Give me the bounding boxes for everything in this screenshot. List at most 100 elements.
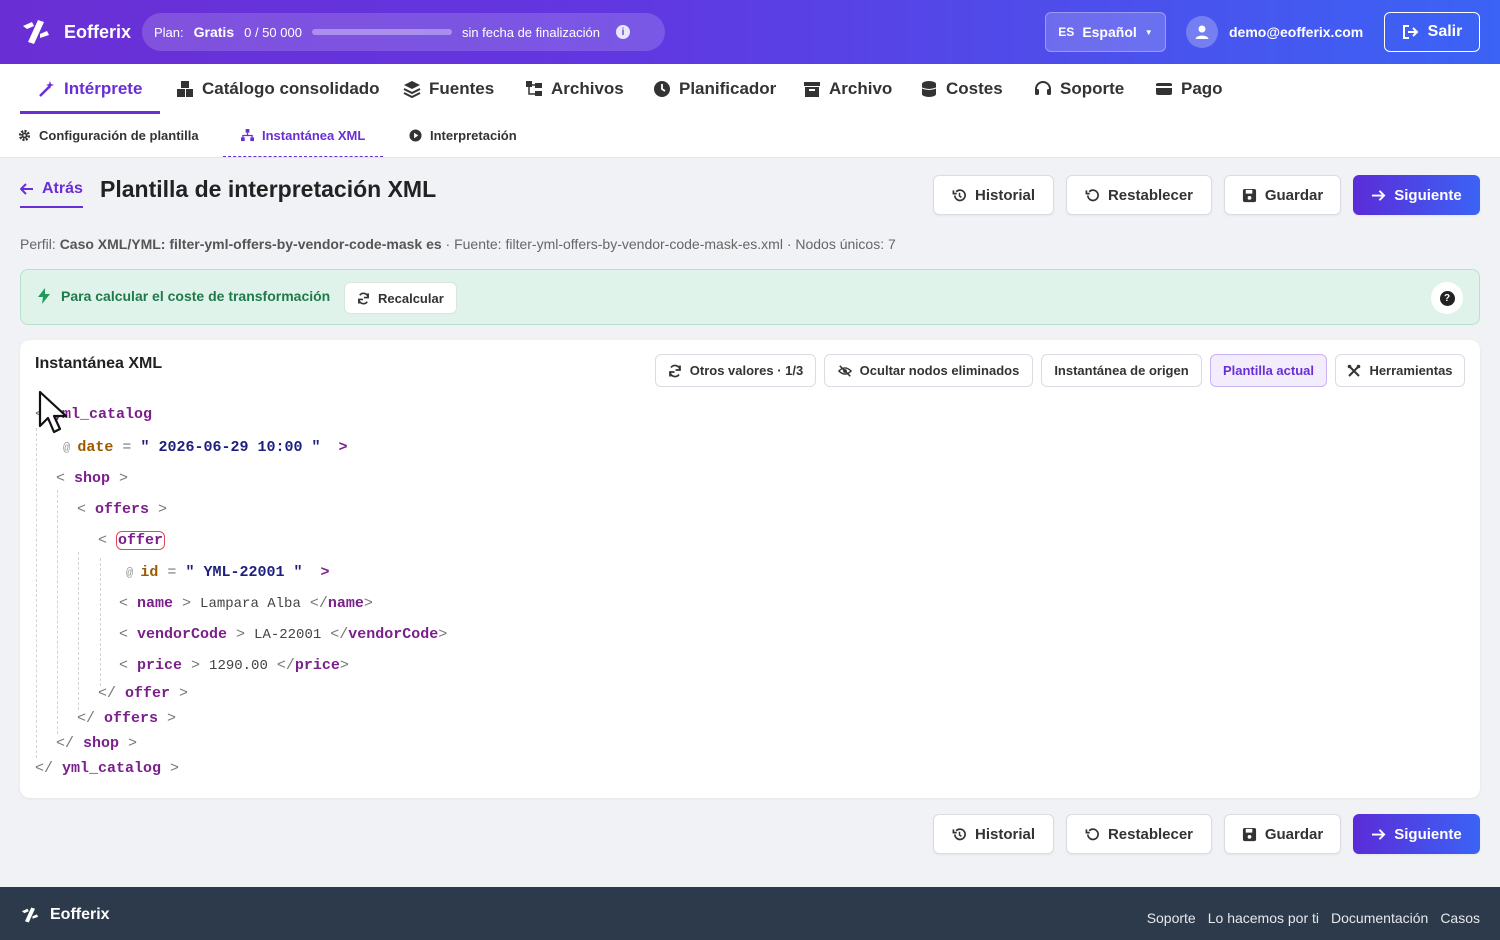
- tab-configuracion[interactable]: Configuración de plantilla: [18, 114, 199, 157]
- footer-link-casos[interactable]: Casos: [1440, 910, 1480, 926]
- history-label: Historial: [974, 825, 1035, 843]
- headset-icon: [1035, 81, 1051, 95]
- reset-button-bottom[interactable]: Restablecer: [1066, 814, 1212, 854]
- question-circle-icon: ?: [1439, 290, 1455, 306]
- back-label: Atrás: [42, 180, 83, 197]
- xml-node-vendorcode[interactable]: < vendorCode > LA-22001 </vendorCode>: [119, 626, 447, 643]
- xml-node-offer-close[interactable]: </ offer >: [98, 685, 188, 702]
- logout-button[interactable]: Salir: [1384, 12, 1480, 52]
- nav-archivos[interactable]: Archivos: [525, 64, 624, 114]
- tab-interpretacion[interactable]: Interpretación: [409, 114, 517, 157]
- plan-usage-pill[interactable]: Plan: Gratis 0 / 50 000 sin fecha de fin…: [142, 13, 665, 51]
- recalculate-button[interactable]: Recalcular: [344, 282, 457, 314]
- chevron-down-icon: ▼: [1144, 27, 1153, 37]
- xml-node-shop-close[interactable]: </ shop >: [56, 735, 137, 752]
- xml-node-name[interactable]: < name > Lampara Alba </name>: [119, 595, 373, 612]
- xml-tag: vendorCode: [137, 626, 228, 643]
- tab-instantanea-xml[interactable]: Instantánea XML: [222, 114, 384, 157]
- xml-attr-id[interactable]: @ id = " YML-22001 " >: [126, 564, 330, 581]
- xml-node-offer-open[interactable]: < offer: [98, 531, 166, 550]
- tools-button[interactable]: Herramientas: [1335, 354, 1465, 387]
- save-button-bottom[interactable]: Guardar: [1224, 814, 1341, 854]
- xml-node-shop-open[interactable]: < shop >: [56, 470, 128, 487]
- plan-label: Plan:: [154, 24, 184, 40]
- nav-label: Catálogo consolidado: [202, 79, 380, 98]
- language-selector[interactable]: ES Español ▼: [1045, 12, 1166, 52]
- hide-removed-label: Ocultar nodos eliminados: [859, 363, 1020, 378]
- language-code: ES: [1058, 25, 1075, 39]
- xml-attr-value: 2026-06-29 10:00: [158, 439, 303, 456]
- gear-icon: [18, 129, 31, 142]
- footer-link-lo-hacemos[interactable]: Lo hacemos por ti: [1208, 910, 1319, 926]
- info-icon[interactable]: i: [615, 25, 630, 39]
- footer-link-documentacion[interactable]: Documentación: [1331, 910, 1428, 926]
- back-link[interactable]: Atrás: [20, 180, 83, 208]
- history-label: Historial: [974, 186, 1035, 204]
- source-snapshot-label: Instantánea de origen: [1054, 363, 1189, 378]
- xml-tag-highlighted: offer: [116, 531, 166, 550]
- save-button[interactable]: Guardar: [1224, 175, 1341, 215]
- xml-node-root-close[interactable]: </ yml_catalog >: [35, 760, 179, 777]
- nav-costes[interactable]: Costes: [920, 64, 1003, 114]
- next-button[interactable]: Siguiente: [1353, 175, 1480, 215]
- help-button[interactable]: ?: [1431, 282, 1463, 314]
- xml-node-offers-open[interactable]: < offers >: [77, 501, 167, 518]
- reset-label: Restablecer: [1107, 825, 1194, 843]
- logout-label: Salir: [1427, 23, 1463, 40]
- xml-node-price[interactable]: < price > 1290.00 </price>: [119, 657, 349, 674]
- source-and-nodes: · Fuente: filter-yml-offers-by-vendor-co…: [445, 236, 896, 252]
- reset-button[interactable]: Restablecer: [1066, 175, 1212, 215]
- nav-label: Soporte: [1060, 79, 1125, 98]
- xml-text: 1290.00: [209, 658, 268, 674]
- footer-links: Soporte Lo hacemos por ti Documentación …: [1147, 910, 1480, 926]
- xml-text: Lampara Alba: [200, 596, 301, 612]
- nav-label: Pago: [1181, 79, 1223, 98]
- history-icon: [952, 188, 966, 201]
- floppy-disk-icon: [1242, 827, 1256, 841]
- other-values-button[interactable]: Otros valores · 1/3: [655, 354, 816, 387]
- xml-attr-date[interactable]: @ date = " 2026-06-29 10:00 " >: [63, 439, 348, 456]
- arrow-right-icon: [1372, 189, 1386, 201]
- undo-icon: [1085, 188, 1099, 201]
- next-button-bottom[interactable]: Siguiente: [1353, 814, 1480, 854]
- next-label: Siguiente: [1394, 825, 1462, 843]
- history-button[interactable]: Historial: [933, 175, 1054, 215]
- nav-label: Archivos: [551, 79, 624, 98]
- profile-meta: Perfil: Caso XML/YML: filter-yml-offers-…: [20, 236, 896, 252]
- refresh-icon: [358, 292, 369, 304]
- xml-node-offers-close[interactable]: </ offers >: [77, 710, 176, 727]
- tree-guide: [78, 552, 79, 710]
- footer-brand-name: Eofferix: [50, 906, 110, 923]
- mouse-cursor-icon: [38, 390, 68, 434]
- xml-snapshot-card: Instantánea XML Otros valores · 1/3 Ocul…: [20, 340, 1480, 798]
- tab-label: Instantánea XML: [262, 128, 366, 143]
- nav-soporte[interactable]: Soporte: [1034, 64, 1124, 114]
- history-button-bottom[interactable]: Historial: [933, 814, 1054, 854]
- nav-archivo[interactable]: Archivo: [803, 64, 892, 114]
- logo-icon: [21, 907, 39, 923]
- nav-fuentes[interactable]: Fuentes: [403, 64, 494, 114]
- current-template-label: Plantilla actual: [1222, 363, 1315, 378]
- hide-removed-nodes-button[interactable]: Ocultar nodos eliminados: [824, 354, 1033, 387]
- nav-planificador[interactable]: Planificador: [653, 64, 776, 114]
- profile-value: Caso XML/YML: filter-yml-offers-by-vendo…: [59, 236, 442, 252]
- refresh-icon: [668, 364, 681, 377]
- footer-link-soporte[interactable]: Soporte: [1147, 910, 1196, 926]
- footer-brand[interactable]: Eofferix: [20, 906, 110, 924]
- user-menu[interactable]: demo@eofferix.com: [1186, 16, 1363, 48]
- nav-catalogo[interactable]: Catálogo consolidado: [176, 64, 380, 114]
- main-nav: Intérprete Catálogo consolidado Fuentes …: [0, 64, 1500, 114]
- brand-logo[interactable]: Eofferix: [20, 18, 131, 46]
- xml-tag: shop: [74, 470, 111, 487]
- reset-label: Restablecer: [1107, 186, 1194, 204]
- current-template-button[interactable]: Plantilla actual: [1210, 354, 1327, 387]
- nav-interprete[interactable]: Intérprete: [19, 64, 161, 114]
- tree-guide: [100, 558, 101, 686]
- source-snapshot-button[interactable]: Instantánea de origen: [1041, 354, 1202, 387]
- nav-pago[interactable]: Pago: [1155, 64, 1223, 114]
- xml-tag: name: [137, 595, 174, 612]
- clock-icon: [654, 81, 670, 97]
- credit-card-icon: [1156, 83, 1172, 95]
- xml-tag: price: [294, 657, 340, 674]
- eye-slash-icon: [837, 364, 852, 377]
